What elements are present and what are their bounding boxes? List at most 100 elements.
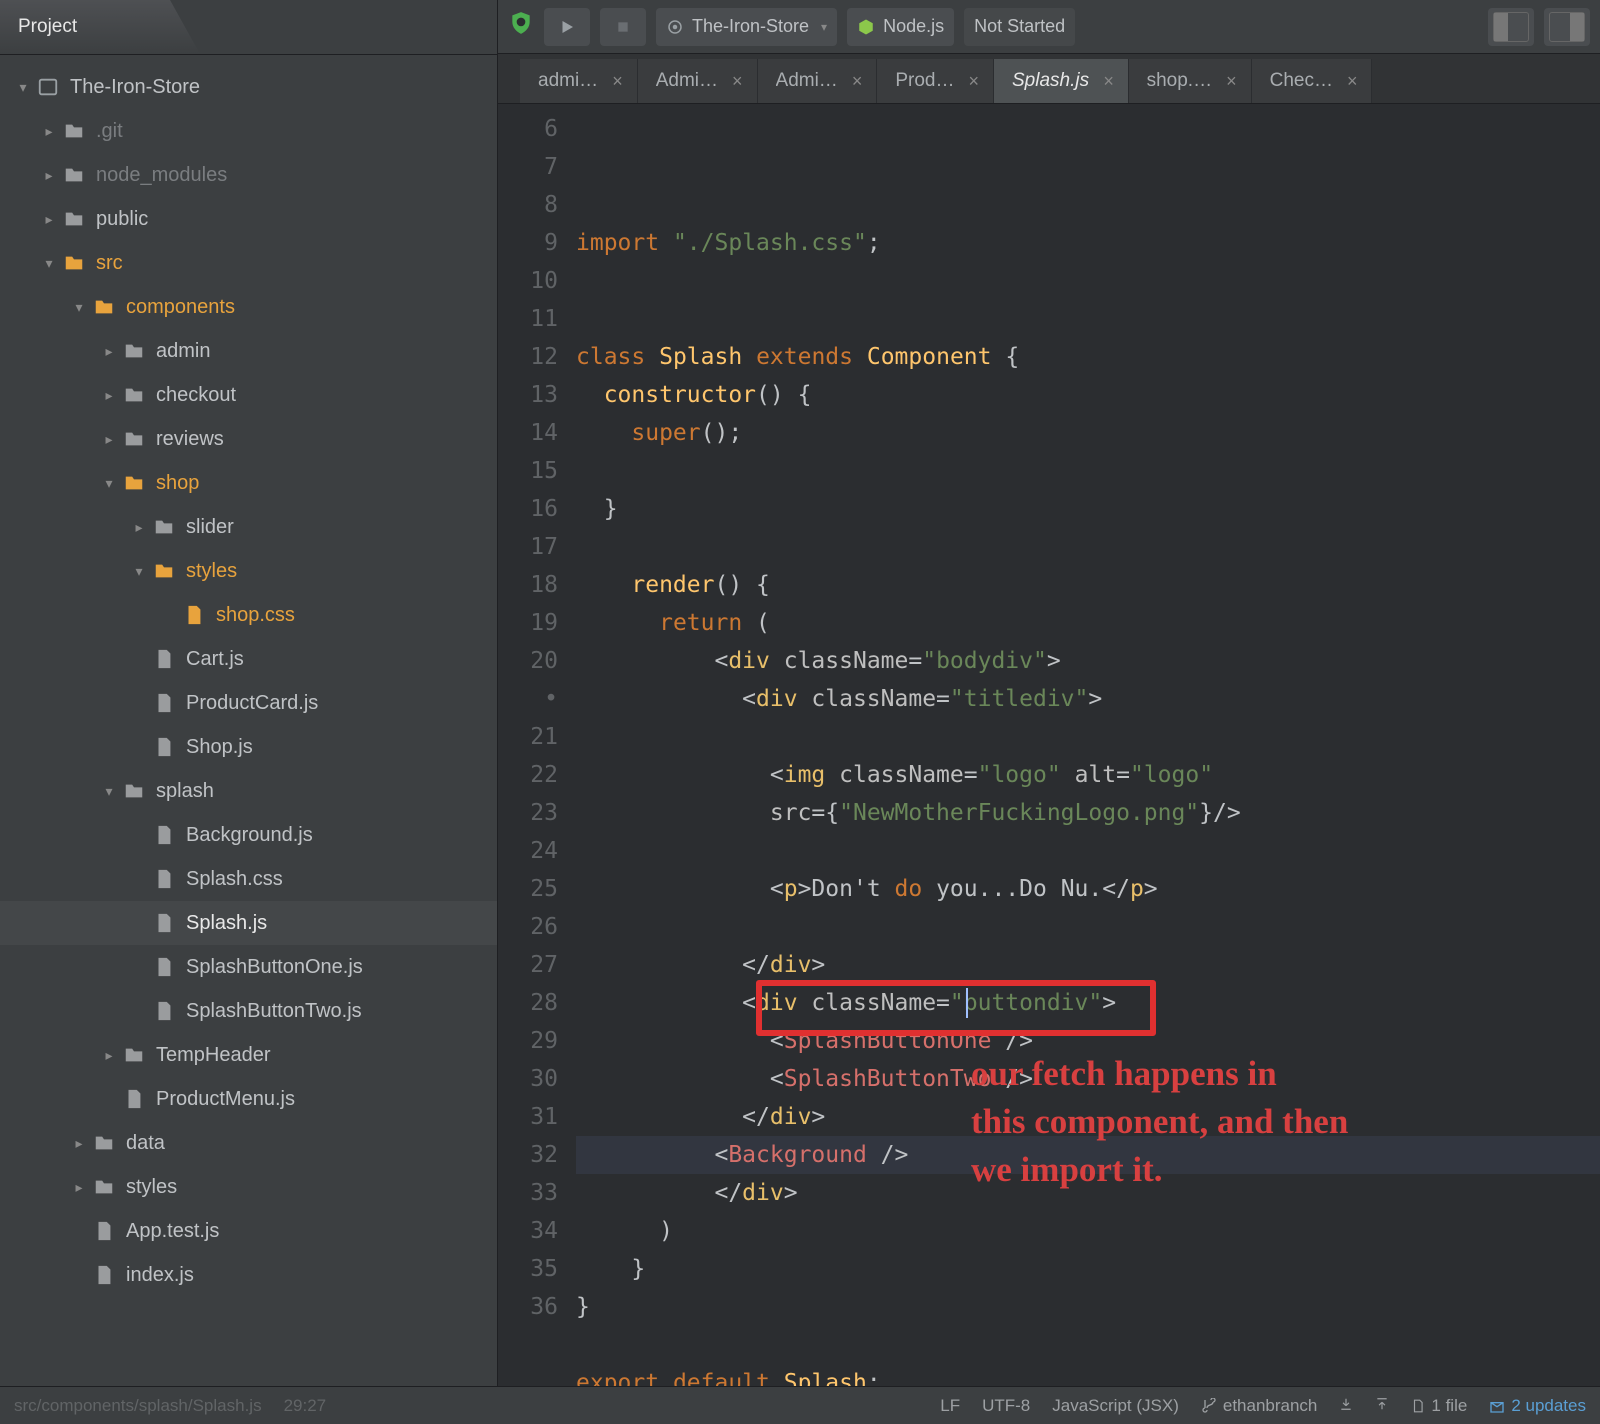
tree-folder-tempheader[interactable]: TempHeader bbox=[0, 1033, 497, 1077]
download-icon[interactable] bbox=[1339, 1396, 1353, 1416]
code-line[interactable]: <div className="titlediv"> bbox=[576, 680, 1600, 718]
tree-folder-styles2[interactable]: styles bbox=[0, 1165, 497, 1209]
code-line[interactable]: } bbox=[576, 490, 1600, 528]
tree-file-splashbtn1[interactable]: SplashButtonOne.js bbox=[0, 945, 497, 989]
tree-file-splashjs[interactable]: Splash.js bbox=[0, 901, 497, 945]
tree-folder-shop[interactable]: shop bbox=[0, 461, 497, 505]
run-config-node[interactable]: Node.js bbox=[847, 8, 954, 46]
chevron-right-icon[interactable] bbox=[98, 1047, 120, 1064]
chevron-down-icon[interactable] bbox=[38, 255, 60, 272]
chevron-right-icon[interactable] bbox=[98, 387, 120, 404]
status-updates[interactable]: 2 updates bbox=[1489, 1396, 1586, 1416]
tree-folder-slider[interactable]: slider bbox=[0, 505, 497, 549]
editor-tab[interactable]: Chec…× bbox=[1252, 59, 1373, 103]
close-icon[interactable]: × bbox=[968, 71, 979, 92]
tree-folder-splash[interactable]: splash bbox=[0, 769, 497, 813]
code-line[interactable]: <img className="logo" alt="logo" bbox=[576, 756, 1600, 794]
code-line[interactable]: return ( bbox=[576, 604, 1600, 642]
close-icon[interactable]: × bbox=[612, 71, 623, 92]
status-branch[interactable]: ethanbranch bbox=[1201, 1396, 1318, 1416]
code-line[interactable]: } bbox=[576, 1250, 1600, 1288]
tree-folder-public[interactable]: public bbox=[0, 197, 497, 241]
tree-file-productcard[interactable]: ProductCard.js bbox=[0, 681, 497, 725]
code-line[interactable] bbox=[576, 300, 1600, 338]
tree-file-apptest[interactable]: App.test.js bbox=[0, 1209, 497, 1253]
tree-file-shopcss[interactable]: shop.css bbox=[0, 593, 497, 637]
code-line[interactable]: class Splash extends Component { bbox=[576, 338, 1600, 376]
tree-folder-styles[interactable]: styles bbox=[0, 549, 497, 593]
tree-file-shopjs[interactable]: Shop.js bbox=[0, 725, 497, 769]
chevron-down-icon[interactable] bbox=[68, 299, 90, 316]
tree-folder-git[interactable]: .git bbox=[0, 109, 497, 153]
chevron-right-icon[interactable] bbox=[38, 167, 60, 184]
tree-folder-nodemodules[interactable]: node_modules bbox=[0, 153, 497, 197]
tree-file-splashcss[interactable]: Splash.css bbox=[0, 857, 497, 901]
code-line[interactable]: src={"NewMotherFuckingLogo.png"}/> bbox=[576, 794, 1600, 832]
sidebar-title-tab[interactable]: Project bbox=[0, 0, 497, 54]
code-line[interactable]: import "./Splash.css"; bbox=[576, 224, 1600, 262]
code-line[interactable] bbox=[576, 262, 1600, 300]
editor-tab[interactable]: admi…× bbox=[520, 59, 638, 103]
chevron-right-icon[interactable] bbox=[38, 211, 60, 228]
code-line[interactable]: <p>Don't do you...Do Nu.</p> bbox=[576, 870, 1600, 908]
run-config-ironstore[interactable]: The-Iron-Store ▾ bbox=[656, 8, 837, 46]
tree-file-cart[interactable]: Cart.js bbox=[0, 637, 497, 681]
editor-tab[interactable]: Splash.js× bbox=[994, 59, 1129, 103]
tree-file-productmenu[interactable]: ProductMenu.js bbox=[0, 1077, 497, 1121]
code-editor[interactable]: 67891011121314151617181920•2122232425262… bbox=[498, 104, 1600, 1386]
file-tree[interactable]: The-Iron-Store .git node_modules public bbox=[0, 55, 497, 1386]
status-line-ending[interactable]: LF bbox=[940, 1396, 960, 1416]
tree-folder-data[interactable]: data bbox=[0, 1121, 497, 1165]
tree-file-index[interactable]: index.js bbox=[0, 1253, 497, 1297]
upload-icon[interactable] bbox=[1375, 1396, 1389, 1416]
tree-folder-checkout[interactable]: checkout bbox=[0, 373, 497, 417]
code-line[interactable]: super(); bbox=[576, 414, 1600, 452]
tree-folder-components[interactable]: components bbox=[0, 285, 497, 329]
run-button[interactable] bbox=[544, 8, 590, 46]
chevron-down-icon[interactable] bbox=[128, 563, 150, 580]
tree-file-background[interactable]: Background.js bbox=[0, 813, 497, 857]
code-line[interactable]: </div> bbox=[576, 946, 1600, 984]
code-line[interactable] bbox=[576, 908, 1600, 946]
tree-root[interactable]: The-Iron-Store bbox=[0, 65, 497, 109]
layout-toggle-right[interactable] bbox=[1544, 8, 1590, 46]
status-files[interactable]: 1 file bbox=[1411, 1396, 1467, 1416]
bug-shield-icon[interactable] bbox=[508, 10, 534, 43]
tree-folder-admin[interactable]: admin bbox=[0, 329, 497, 373]
editor-tab[interactable]: Admi…× bbox=[758, 59, 878, 103]
tree-file-splashbtn2[interactable]: SplashButtonTwo.js bbox=[0, 989, 497, 1033]
chevron-right-icon[interactable] bbox=[38, 123, 60, 140]
code-line[interactable] bbox=[576, 528, 1600, 566]
code-line[interactable]: ) bbox=[576, 1212, 1600, 1250]
close-icon[interactable]: × bbox=[1347, 71, 1358, 92]
editor-tab[interactable]: shop.…× bbox=[1129, 59, 1252, 103]
code-line[interactable]: constructor() { bbox=[576, 376, 1600, 414]
chevron-down-icon[interactable] bbox=[98, 783, 120, 800]
chevron-right-icon[interactable] bbox=[98, 343, 120, 360]
code-line[interactable]: export default Splash; bbox=[576, 1364, 1600, 1386]
close-icon[interactable]: × bbox=[1103, 71, 1114, 92]
chevron-down-icon[interactable] bbox=[12, 79, 34, 96]
chevron-right-icon[interactable] bbox=[68, 1135, 90, 1152]
code-line[interactable] bbox=[576, 832, 1600, 870]
layout-toggle-left[interactable] bbox=[1488, 8, 1534, 46]
status-encoding[interactable]: UTF-8 bbox=[982, 1396, 1030, 1416]
code-line[interactable]: <div className="bodydiv"> bbox=[576, 642, 1600, 680]
code-line[interactable]: } bbox=[576, 1288, 1600, 1326]
stop-button[interactable] bbox=[600, 8, 646, 46]
tree-folder-src[interactable]: src bbox=[0, 241, 497, 285]
code-line[interactable] bbox=[576, 718, 1600, 756]
close-icon[interactable]: × bbox=[1226, 71, 1237, 92]
editor-tab[interactable]: Admi…× bbox=[638, 59, 758, 103]
tree-folder-reviews[interactable]: reviews bbox=[0, 417, 497, 461]
status-language[interactable]: JavaScript (JSX) bbox=[1052, 1396, 1179, 1416]
chevron-right-icon[interactable] bbox=[98, 431, 120, 448]
code-line[interactable]: render() { bbox=[576, 566, 1600, 604]
editor-tab[interactable]: Prod…× bbox=[877, 59, 994, 103]
code-line[interactable] bbox=[576, 452, 1600, 490]
close-icon[interactable]: × bbox=[852, 71, 863, 92]
close-icon[interactable]: × bbox=[732, 71, 743, 92]
chevron-down-icon[interactable] bbox=[98, 475, 120, 492]
chevron-right-icon[interactable] bbox=[128, 519, 150, 536]
code-area[interactable]: import "./Splash.css"; class Splash exte… bbox=[576, 104, 1600, 1386]
